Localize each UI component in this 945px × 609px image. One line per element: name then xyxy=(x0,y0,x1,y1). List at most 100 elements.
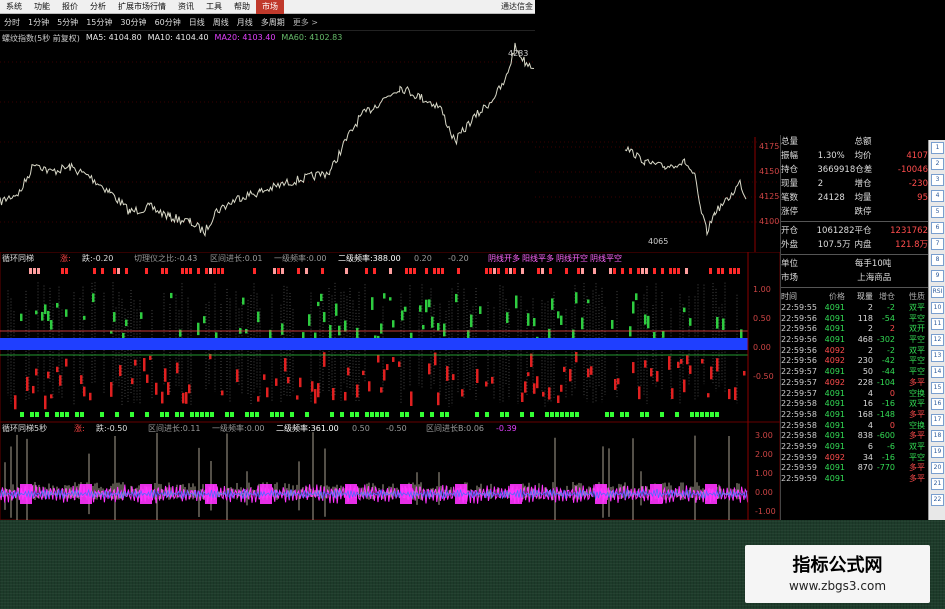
tick-row[interactable]: 22:59:56 4091 118 -54 平空 xyxy=(781,314,928,325)
side-tool-icon-4[interactable]: 5 xyxy=(931,206,944,218)
tick-row[interactable]: 22:59:58 4091 168 -148 多平 xyxy=(781,410,928,421)
period-tab-9[interactable]: 多周期 xyxy=(257,17,289,28)
menu-item-6[interactable]: 工具 xyxy=(200,0,228,14)
tick-row[interactable]: 22:59:59 4091 870 -770 多平 xyxy=(781,463,928,474)
tick-row[interactable]: 22:59:59 4092 34 -16 平空 xyxy=(781,453,928,464)
period-tab-8[interactable]: 月线 xyxy=(233,17,257,28)
period-tab-7[interactable]: 周线 xyxy=(209,17,233,28)
signal-marker xyxy=(645,412,649,417)
side-tool-icon-21[interactable]: 21 xyxy=(931,478,944,490)
period-tab-6[interactable]: 日线 xyxy=(185,17,209,28)
side-tool-icon-13[interactable]: 13 xyxy=(931,350,944,362)
indicator2-chart[interactable]: 循环同梯5秒 涨: 跌:-0.50 区间进长:0.11 一级频率:0.00 二级频率:36… xyxy=(0,422,780,520)
tick-row[interactable]: 22:59:57 4091 4 0 空换 xyxy=(781,389,928,400)
down-dot xyxy=(32,385,35,394)
down-dot xyxy=(638,386,641,400)
period-tab-5[interactable]: 60分钟 xyxy=(151,17,185,28)
down-dot xyxy=(710,366,713,380)
side-tool-icon-5[interactable]: 6 xyxy=(931,222,944,234)
period-tab-2[interactable]: 5分钟 xyxy=(53,17,82,28)
tick-row[interactable]: 22:59:59 4091 6 -6 双平 xyxy=(781,442,928,453)
signal-marker xyxy=(130,412,134,417)
price-chart-right[interactable]: 4065 4175 4150 4125 4100 xyxy=(535,137,780,252)
tick-row[interactable]: 22:59:57 4092 228 -104 多平 xyxy=(781,378,928,389)
menu-item-0[interactable]: 系统 xyxy=(0,0,28,14)
tick-row[interactable]: 22:59:58 4091 838 -600 多平 xyxy=(781,431,928,442)
down-dot xyxy=(257,396,260,402)
indicator2-title: 循环同梯5秒 xyxy=(2,423,47,433)
quote-value xyxy=(891,205,928,219)
side-tool-icon-3[interactable]: 4 xyxy=(931,190,944,202)
period-tab-4[interactable]: 30分钟 xyxy=(116,17,150,28)
tick-price: 4092 xyxy=(824,345,845,355)
side-tool-icon-12[interactable]: 12 xyxy=(931,334,944,346)
signal-bar xyxy=(457,268,460,274)
down-dot xyxy=(311,381,314,392)
signal-marker xyxy=(545,412,549,417)
signal-marker xyxy=(180,412,184,417)
menu-item-7[interactable]: 帮助 xyxy=(228,0,256,14)
tick-row[interactable]: 22:59:58 4091 4 0 空换 xyxy=(781,421,928,432)
tick-row[interactable]: 22:59:57 4091 50 -44 平空 xyxy=(781,367,928,378)
side-tool-icon-8[interactable]: 9 xyxy=(931,270,944,282)
down-dot xyxy=(83,386,86,397)
tick-row[interactable]: 22:59:59 4091 多平 xyxy=(781,474,928,485)
side-tool-icon-17[interactable]: 17 xyxy=(931,414,944,426)
divider xyxy=(781,254,928,255)
menu-item-1[interactable]: 功能 xyxy=(28,0,56,14)
menu-item-8[interactable]: 市场 xyxy=(256,0,284,14)
down-dot xyxy=(182,392,185,404)
period-tab-1[interactable]: 1分钟 xyxy=(24,17,53,28)
tick-row[interactable]: 22:59:58 4091 16 -16 双平 xyxy=(781,399,928,410)
signal-bar xyxy=(345,268,348,274)
tick-row[interactable]: 22:59:55 4091 2 -2 双平 xyxy=(781,303,928,314)
side-tool-icon-20[interactable]: 20 xyxy=(931,462,944,474)
menu-item-2[interactable]: 报价 xyxy=(56,0,84,14)
down-dot xyxy=(383,369,386,381)
tick-row[interactable]: 22:59:56 4092 230 -42 平空 xyxy=(781,356,928,367)
side-tool-icon-16[interactable]: 16 xyxy=(931,398,944,410)
side-tool-icon-14[interactable]: 14 xyxy=(931,366,944,378)
side-tool-icon-11[interactable]: 11 xyxy=(931,318,944,330)
period-tab-10[interactable]: 更多 > xyxy=(289,17,322,28)
period-tab-3[interactable]: 15分钟 xyxy=(82,17,116,28)
down-dot xyxy=(398,361,401,367)
side-tool-icon-22[interactable]: 22 xyxy=(931,494,944,506)
down-dot xyxy=(734,387,737,401)
up-dot xyxy=(329,325,332,339)
down-dot xyxy=(266,387,269,398)
side-tool-icon-0[interactable]: 1 xyxy=(931,142,944,154)
side-tool-icon-6[interactable]: 7 xyxy=(931,238,944,250)
down-dot xyxy=(299,377,302,388)
tick-table[interactable]: 22:59:55 4091 2 -2 双平 22:59:56 4091 118 -54 平空 22:… xyxy=(781,303,928,485)
indicator1-chart[interactable]: 循环同梯 涨: 跌:-0.20 切理仪之比:-0.43 区间进长:0.01 一级频率:0.… xyxy=(0,252,780,422)
quote-row: 单位 每手10吨 xyxy=(781,257,928,271)
side-tool-icon-2[interactable]: 3 xyxy=(931,174,944,186)
menu-item-5[interactable]: 资讯 xyxy=(172,0,200,14)
period-tab-0[interactable]: 分时 xyxy=(0,17,24,28)
side-tool-icon-1[interactable]: 2 xyxy=(931,158,944,170)
menu-item-4[interactable]: 扩展市场行情 xyxy=(112,0,172,14)
side-tool-icon-7[interactable]: 8 xyxy=(931,254,944,266)
down-dot xyxy=(590,366,593,375)
down-dot xyxy=(317,383,320,398)
signal-bar xyxy=(197,268,200,274)
signal-marker xyxy=(440,412,444,417)
signal-bar xyxy=(621,268,624,274)
side-tool-icon-19[interactable]: 19 xyxy=(931,446,944,458)
down-dot xyxy=(560,384,563,392)
quote-value xyxy=(818,205,855,219)
tick-row[interactable]: 22:59:56 4091 2 2 双开 xyxy=(781,324,928,335)
tick-row[interactable]: 22:59:56 4092 2 -2 双平 xyxy=(781,346,928,357)
side-tool-icon-9[interactable]: RSI xyxy=(931,286,944,298)
tick-row[interactable]: 22:59:56 4091 468 -302 平空 xyxy=(781,335,928,346)
side-tool-icon-10[interactable]: 10 xyxy=(931,302,944,314)
side-tool-icon-15[interactable]: 15 xyxy=(931,382,944,394)
side-tool-icon-18[interactable]: 18 xyxy=(931,430,944,442)
up-dot xyxy=(20,313,23,322)
up-dot xyxy=(320,293,323,302)
signal-bar xyxy=(321,268,324,274)
signal-marker xyxy=(45,412,49,417)
down-dot xyxy=(149,355,152,360)
menu-item-3[interactable]: 分析 xyxy=(84,0,112,14)
